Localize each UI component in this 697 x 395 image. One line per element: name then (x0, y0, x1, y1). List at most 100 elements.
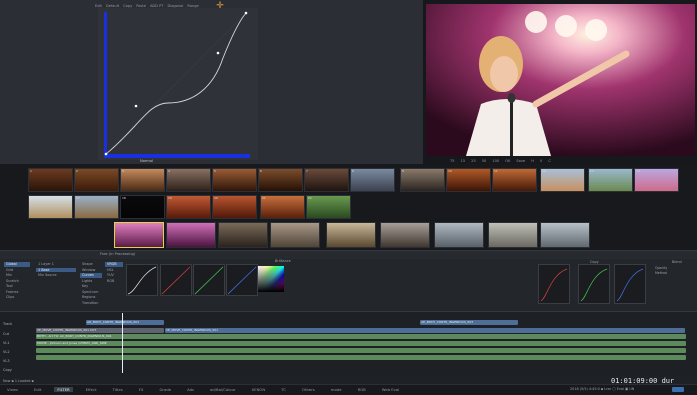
viewer-tool[interactable]: V (540, 159, 542, 163)
viewer-tool[interactable]: 15 (461, 159, 466, 163)
shot-thumbnail[interactable]: 13 (588, 168, 633, 192)
timeline-clip[interactable] (36, 348, 686, 353)
timeline-clip-thumbnail[interactable] (380, 222, 430, 248)
shot-thumbnail[interactable]: 6 (258, 168, 303, 192)
tab-web-eval[interactable]: Web Eval (379, 387, 403, 392)
viewer-tool[interactable]: OK (505, 159, 510, 163)
tab-xenon[interactable]: XENON (249, 387, 269, 392)
tab-edit[interactable]: Edit (31, 387, 44, 392)
curve-point[interactable] (104, 152, 108, 156)
red-curve-thumb[interactable] (160, 264, 192, 296)
tab-grade[interactable]: Grade (156, 387, 174, 392)
tab-tc[interactable]: TC (278, 387, 289, 392)
menu-item-rgb[interactable]: RGB (105, 279, 123, 284)
tab-colour[interactable]: ad/Bal/Colour (207, 387, 239, 392)
shot-thumbnail[interactable]: 16 (28, 195, 73, 219)
tab-effect[interactable]: Effect (83, 387, 100, 392)
timeline-clip-thumbnail[interactable] (540, 222, 590, 248)
shot-thumbnail[interactable]: 21 (260, 195, 305, 219)
shot-thumbnail[interactable]: 9 (400, 168, 445, 192)
menu-item-mix-source[interactable]: Mix Source (36, 273, 76, 278)
timeline-clip[interactable]: BOTH - Art TO: AC_BODY_CONTR_INGENIOUS_0… (36, 334, 686, 339)
menu-item-clips[interactable]: Clips (4, 295, 30, 300)
shot-thumbnail[interactable]: 1 (28, 168, 73, 192)
timeline-clip-thumbnail[interactable] (434, 222, 484, 248)
timeline-clip-thumbnail[interactable] (166, 222, 216, 248)
menu-item-key[interactable]: Key (80, 284, 102, 289)
color-picker[interactable] (258, 266, 284, 292)
shot-thumbnail[interactable]: 8 (350, 168, 395, 192)
menu-item-frames[interactable]: Frames (4, 290, 30, 295)
menu-item-curves[interactable]: Curves (80, 273, 102, 278)
tab-others[interactable]: Others (299, 387, 318, 392)
shot-thumbnail[interactable]: 14 (634, 168, 679, 192)
green-output-curve[interactable] (578, 264, 610, 304)
curve-point[interactable] (216, 51, 220, 55)
shot-thumbnail[interactable]: 2 (74, 168, 119, 192)
timeline-clip[interactable] (36, 355, 686, 360)
menu-item-scratch[interactable]: Scratch (4, 279, 30, 284)
shot-thumbnail[interactable]: 20 (212, 195, 257, 219)
menu-item-tool[interactable]: Tool (4, 284, 30, 289)
viewer-tool[interactable]: 25 (471, 159, 476, 163)
timeline-playhead[interactable] (122, 313, 123, 373)
timeline-clip[interactable]: MOVIE - Johnson and Jones (OHMAY_AND_SIN… (36, 341, 686, 346)
timeline-clip-thumbnail[interactable] (326, 222, 376, 248)
menu-item-shape[interactable]: Shape (80, 262, 102, 267)
viewer-tool[interactable]: H (531, 159, 534, 163)
record-indicator[interactable] (672, 387, 684, 392)
menu-item-regions[interactable]: Regions (80, 295, 102, 300)
timeline-clip[interactable]: AD_BODY_CONTR_INGENIOUS_001 (86, 320, 164, 325)
shot-thumbnail[interactable]: 4 (166, 168, 211, 192)
timeline-clip-thumbnail[interactable] (218, 222, 268, 248)
menu-item-layer[interactable]: 1 Layer 1 (36, 262, 76, 267)
master-curve-thumb[interactable] (126, 264, 158, 296)
shot-thumbnail[interactable]: 12 (540, 168, 585, 192)
timeline-clip[interactable]: VE_MOVE_CONTR_INGENIOUS_001 (165, 328, 685, 333)
tab-fx[interactable]: FX (136, 387, 147, 392)
blue-output-curve[interactable] (614, 264, 646, 304)
shot-thumbnail[interactable]: 3 (120, 168, 165, 192)
menu-item-vrgb[interactable]: VRGB (105, 262, 123, 267)
tab-views[interactable]: Views (4, 387, 21, 392)
viewer-tool[interactable]: 75 (450, 159, 455, 163)
shot-thumbnail[interactable]: 10 (446, 168, 491, 192)
blue-curve-thumb[interactable] (226, 264, 258, 296)
shot-thumbnail[interactable]: 7 (304, 168, 349, 192)
menu-item-window[interactable]: Window (80, 268, 102, 273)
curve-graph[interactable] (98, 8, 258, 160)
timeline-clip-thumbnail[interactable] (114, 222, 164, 248)
tab-ads[interactable]: Ads (184, 387, 197, 392)
viewer-tool[interactable]: 50 (482, 159, 487, 163)
menu-item-hsl[interactable]: HSL (105, 268, 123, 273)
viewer-tool[interactable]: Save (516, 159, 525, 163)
tab-rgb[interactable]: RGB (355, 387, 369, 392)
menu-item-base[interactable]: 1 Base (36, 267, 76, 272)
menu-item-global[interactable]: Global (4, 262, 30, 267)
menu-item-grid[interactable]: Grid (4, 268, 30, 273)
menu-item-yuv[interactable]: YUV (105, 273, 123, 278)
tab-filter[interactable]: FILTER (54, 387, 73, 392)
menu-item-spectrum[interactable]: Spectrum (80, 290, 102, 295)
shot-thumbnail[interactable]: 11 (492, 168, 537, 192)
timeline-clip[interactable]: VE_MOVE_CONTR_INGENIOUS_001 CUT (36, 328, 164, 333)
tab-mode[interactable]: mode (328, 387, 345, 392)
timeline-clip[interactable]: AD_BODY_CONTR_INGENIOUS_003 (420, 320, 518, 325)
red-output-curve[interactable] (538, 264, 570, 304)
green-curve-thumb[interactable] (193, 264, 225, 296)
shot-thumbnail[interactable]: 18 (120, 195, 165, 219)
timeline-clip-thumbnail[interactable] (488, 222, 538, 248)
viewer-tool[interactable]: C (548, 159, 551, 163)
timeline-clip-thumbnail[interactable] (270, 222, 320, 248)
shot-thumbnail[interactable]: 22 (306, 195, 351, 219)
shot-thumbnail[interactable]: 17 (74, 195, 119, 219)
tab-titles[interactable]: Titles (110, 387, 126, 392)
shot-thumbnail[interactable]: 5 (212, 168, 257, 192)
menu-item-transition[interactable]: Transition (80, 301, 102, 306)
curve-point[interactable] (244, 11, 248, 15)
curve-point[interactable] (134, 104, 138, 108)
shot-thumbnail[interactable]: 19 (166, 195, 211, 219)
menu-item-lights[interactable]: Lights (80, 279, 102, 284)
viewer-tool[interactable]: 100 (492, 159, 499, 163)
menu-item-mix[interactable]: Mix (4, 273, 30, 278)
